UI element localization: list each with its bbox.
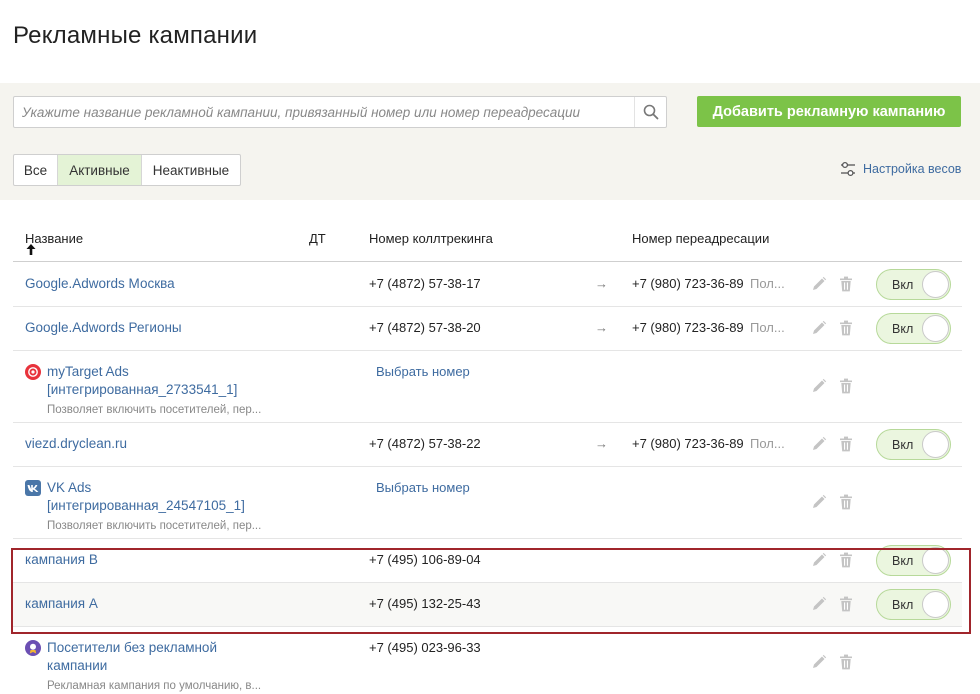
pencil-icon[interactable] [810,493,828,511]
campaign-toggle[interactable]: Вкл [876,545,951,576]
status-filter: Все Активные Неактивные [13,154,241,186]
search-icon[interactable] [634,97,666,127]
trash-icon[interactable] [837,551,855,569]
redirect-number: +7 (980) 723-36-89 [632,320,744,335]
filter-all-button[interactable]: Все [14,155,57,185]
vk-icon [25,480,41,496]
campaign-toggle[interactable]: Вкл [876,589,951,620]
redirect-extra: Пол... [750,320,785,335]
toggle-label: Вкл [892,278,914,292]
calltracking-number: +7 (4872) 57-38-17 [369,276,481,291]
table-row: VK Ads [интегрированная_24547105_1] Позв… [13,467,962,539]
campaign-description: Позволяет включить посетителей, пер... [47,520,262,532]
trash-icon[interactable] [837,653,855,671]
calltracking-number: +7 (4872) 57-38-22 [369,436,481,451]
redirect-number: +7 (980) 723-36-89 [632,436,744,451]
pencil-icon[interactable] [810,551,828,569]
calltracking-number: +7 (495) 023-96-33 [369,640,481,655]
arrow-right-icon: → [595,436,608,451]
table-header: Название ДТ Номер коллтрекинга Номер пер… [13,222,962,262]
campaign-name-link[interactable]: Посетители без рекламной кампании [47,639,272,675]
table-row: Google.Adwords Регионы +7 (4872) 57-38-2… [13,307,962,351]
table-row: viezd.dryclean.ru +7 (4872) 57-38-22 → +… [13,423,962,467]
pencil-icon[interactable] [810,653,828,671]
arrow-right-icon: → [595,320,608,335]
column-calltracking: Номер коллтрекинга [369,231,493,246]
mytarget-icon [25,364,41,380]
search-band: Добавить рекламную кампанию [0,83,980,140]
toggle-label: Вкл [892,598,914,612]
campaign-toggle[interactable]: Вкл [876,269,951,300]
toggle-knob [922,547,949,574]
column-redirect: Номер переадресации [632,231,770,246]
arrow-right-icon: → [595,276,608,291]
weights-settings-label: Настройка весов [863,162,962,176]
default-campaign-icon [25,640,41,656]
toggle-knob [922,591,949,618]
campaign-toggle[interactable]: Вкл [876,313,951,344]
trash-icon[interactable] [837,435,855,453]
toggle-label: Вкл [892,554,914,568]
calltracking-number: +7 (4872) 57-38-20 [369,320,481,335]
column-dt: ДТ [309,231,326,246]
toggle-knob [922,271,949,298]
campaign-name-link[interactable]: Google.Adwords Регионы [25,319,182,337]
campaign-name-link[interactable]: myTarget Ads [интегрированная_2733541_1] [47,363,272,399]
sliders-icon [841,161,855,177]
campaign-description: Рекламная кампания по умолчанию, в... [47,680,262,692]
trash-icon[interactable] [837,275,855,293]
toggle-label: Вкл [892,322,914,336]
calltracking-number: +7 (495) 132-25-43 [369,596,481,611]
redirect-number: +7 (980) 723-36-89 [632,276,744,291]
sort-arrow-up-icon[interactable] [26,244,36,255]
pencil-icon[interactable] [810,377,828,395]
toggle-knob [922,315,949,342]
calltracking-number: +7 (495) 106-89-04 [369,552,481,567]
table-row: Google.Adwords Москва +7 (4872) 57-38-17… [13,263,962,307]
pencil-icon[interactable] [810,319,828,337]
filter-active-button[interactable]: Активные [57,155,141,185]
table-row: кампания В +7 (495) 106-89-04 Вкл [13,539,962,583]
search-input[interactable] [14,97,624,127]
campaign-name-link[interactable]: Google.Adwords Москва [25,275,175,293]
campaign-name-link[interactable]: VK Ads [интегрированная_24547105_1] [47,479,272,515]
filter-band: Все Активные Неактивные Настройка весов [0,140,980,200]
choose-number-link[interactable]: Выбрать номер [376,480,470,495]
filter-inactive-button[interactable]: Неактивные [141,155,240,185]
choose-number-link[interactable]: Выбрать номер [376,364,470,379]
pencil-icon[interactable] [810,275,828,293]
redirect-extra: Пол... [750,436,785,451]
campaign-name-link[interactable]: кампания В [25,551,98,569]
pencil-icon[interactable] [810,595,828,613]
trash-icon[interactable] [837,319,855,337]
toggle-knob [922,431,949,458]
add-campaign-button[interactable]: Добавить рекламную кампанию [697,96,961,127]
campaign-description: Позволяет включить посетителей, пер... [47,404,262,416]
page-title: Рекламные кампании [13,22,258,49]
trash-icon[interactable] [837,377,855,395]
table-row: кампания А +7 (495) 132-25-43 Вкл [13,583,962,627]
campaign-name-link[interactable]: viezd.dryclean.ru [25,435,127,453]
search-box [13,96,667,128]
weights-settings-link[interactable]: Настройка весов [840,161,961,177]
table-row: Посетители без рекламной кампании +7 (49… [13,627,962,694]
pencil-icon[interactable] [810,435,828,453]
trash-icon[interactable] [837,493,855,511]
toggle-label: Вкл [892,438,914,452]
campaign-name-link[interactable]: кампания А [25,595,98,613]
trash-icon[interactable] [837,595,855,613]
campaign-toggle[interactable]: Вкл [876,429,951,460]
table-row: myTarget Ads [интегрированная_2733541_1]… [13,351,962,423]
redirect-extra: Пол... [750,276,785,291]
